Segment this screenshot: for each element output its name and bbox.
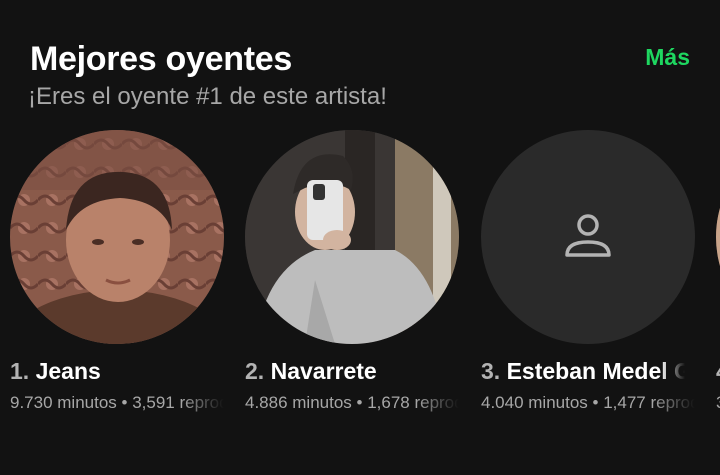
listener-card[interactable]: 1. Jeans 9.730 minutos • 3,591 reproducc… <box>10 130 230 413</box>
listener-card[interactable]: 3. Esteban Medel G 4.040 minutos • 1,477… <box>481 130 701 413</box>
person-icon <box>565 214 611 257</box>
avatar[interactable] <box>716 130 720 344</box>
avatar[interactable] <box>10 130 224 344</box>
listener-title[interactable]: 2. Navarrete <box>245 357 449 385</box>
listener-title[interactable]: 3. Esteban Medel G <box>481 357 685 385</box>
listener-title[interactable]: 4. <box>716 357 720 385</box>
listeners-carousel[interactable]: 1. Jeans 9.730 minutos • 3,591 reproducc… <box>0 130 720 430</box>
listener-card[interactable]: 2. Navarrete 4.886 minutos • 1,678 repro… <box>245 130 465 413</box>
more-link[interactable]: Más <box>645 44 690 71</box>
listener-stats: 4.040 minutos • 1,477 reproducciones <box>481 393 695 412</box>
listener-card[interactable]: 4. 3 <box>716 130 720 413</box>
listener-name[interactable]: Jeans <box>36 358 101 384</box>
avatar-photo <box>245 130 459 344</box>
section-subtitle: ¡Eres el oyente #1 de este artista! <box>28 83 387 110</box>
avatar-placeholder[interactable] <box>481 130 695 344</box>
rank-number: 3. <box>481 358 501 384</box>
rank-number: 1. <box>10 358 30 384</box>
avatar-photo <box>716 130 720 344</box>
rank-number: 4. <box>716 358 720 384</box>
section-header: Mejores oyentes ¡Eres el oyente #1 de es… <box>28 38 720 111</box>
listener-title[interactable]: 1. Jeans <box>10 357 214 385</box>
listener-name[interactable]: Navarrete <box>271 358 377 384</box>
avatar-photo <box>10 130 224 344</box>
listener-stats: 9.730 minutos • 3,591 reproducciones <box>10 393 224 412</box>
section-title: Mejores oyentes <box>30 40 292 78</box>
avatar[interactable] <box>245 130 459 344</box>
listener-name[interactable]: Esteban Medel G <box>507 358 685 384</box>
listener-stats: 4.886 minutos • 1,678 reproducciones <box>245 393 459 412</box>
listener-stats: 3 <box>716 393 720 413</box>
rank-number: 2. <box>245 358 265 384</box>
